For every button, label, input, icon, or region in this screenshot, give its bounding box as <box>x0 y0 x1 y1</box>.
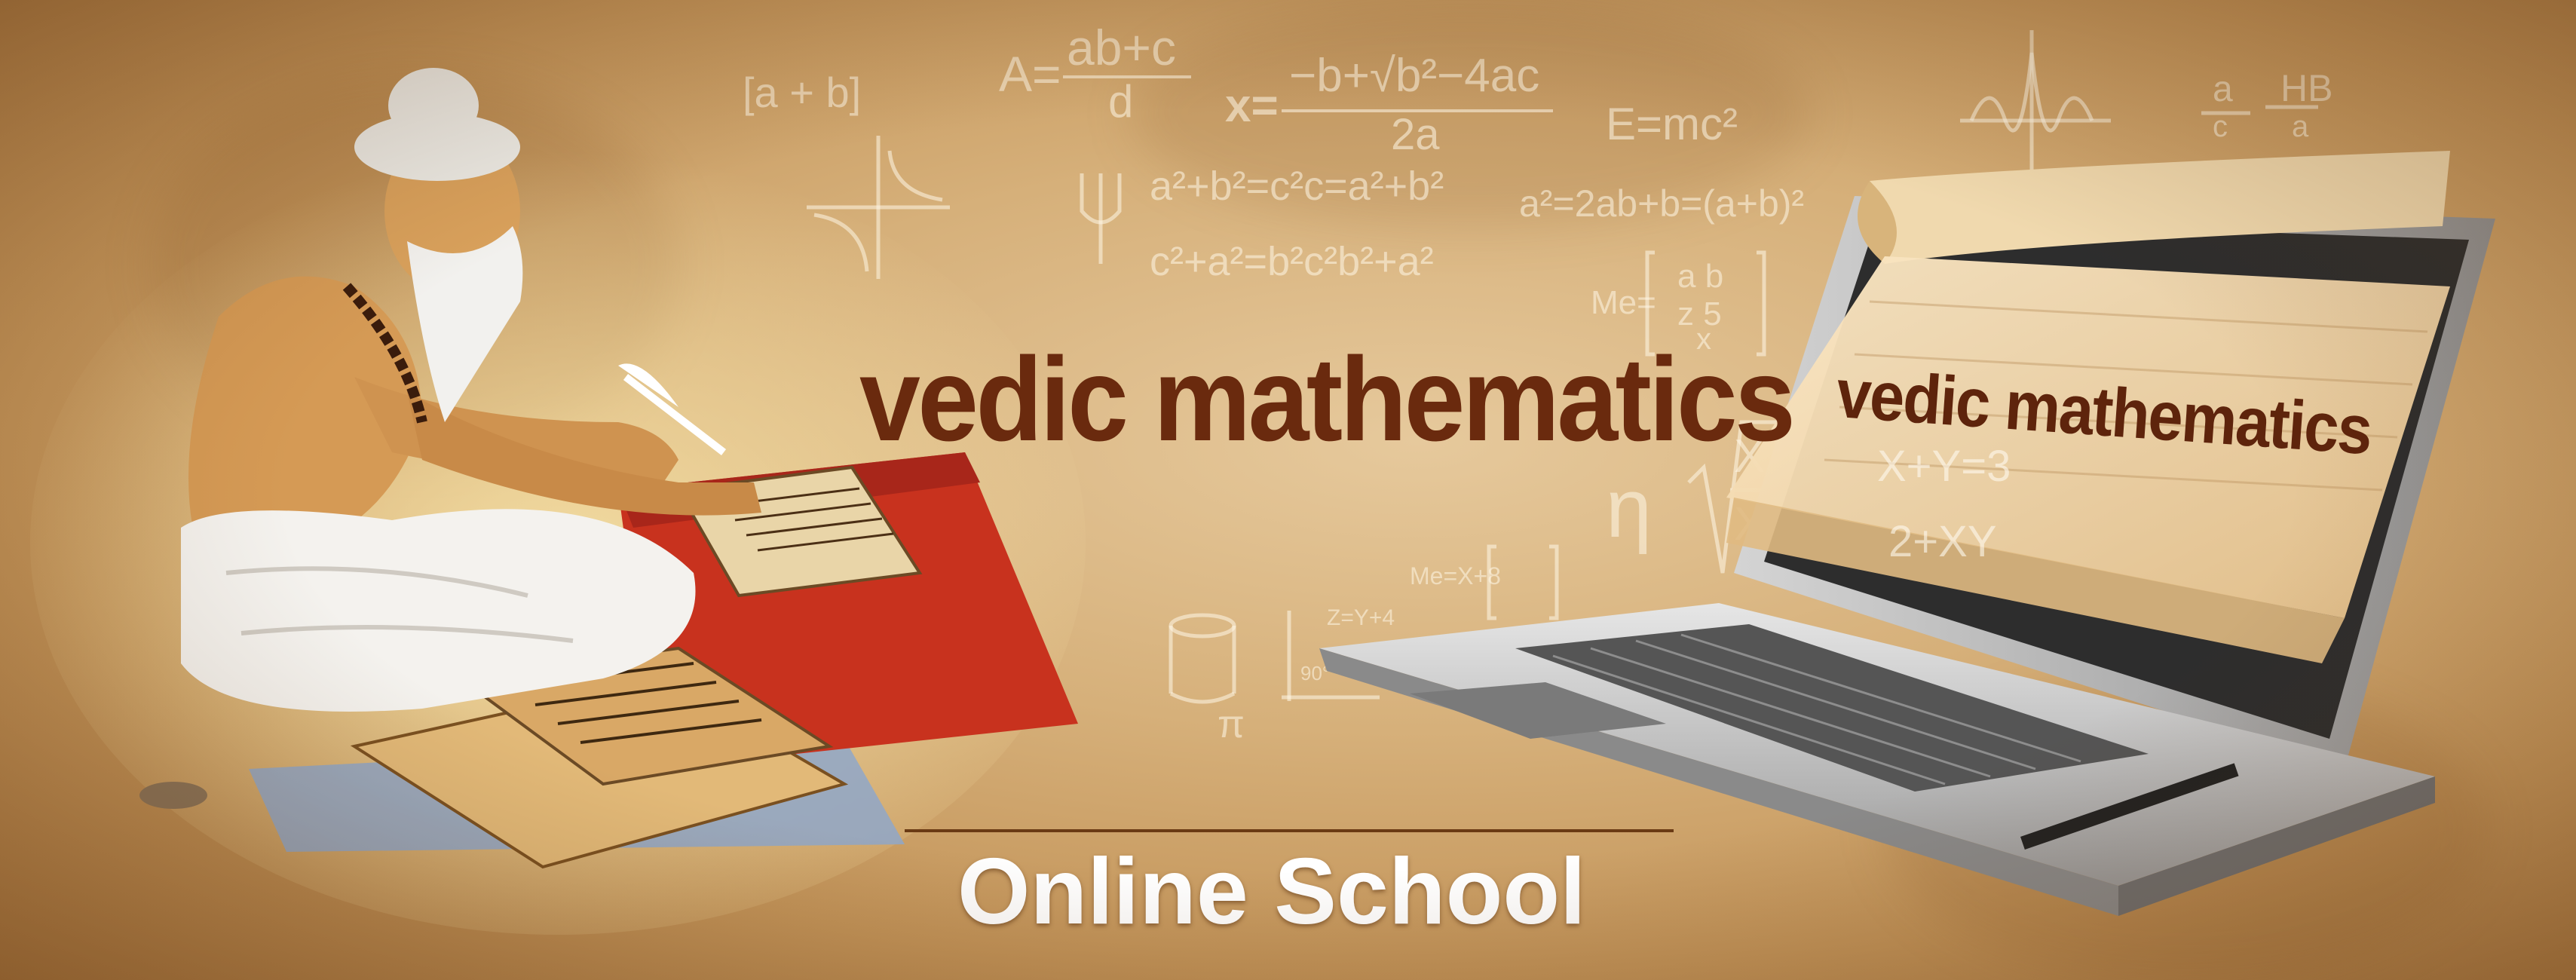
formula-screen-2: 2+XY <box>1888 517 1997 566</box>
banner-subtitle: Online School <box>957 840 1586 944</box>
title-divider <box>905 829 1674 832</box>
formula-screen-1: X+Y=3 <box>1877 442 2011 491</box>
vedic-math-banner: [a + b] A= ab+c d x= −b+√b²−4ac 2a E=mc²… <box>0 0 2576 980</box>
laptop-illustration <box>1319 151 2495 916</box>
banner-title: vedic mathematics <box>859 333 1796 466</box>
